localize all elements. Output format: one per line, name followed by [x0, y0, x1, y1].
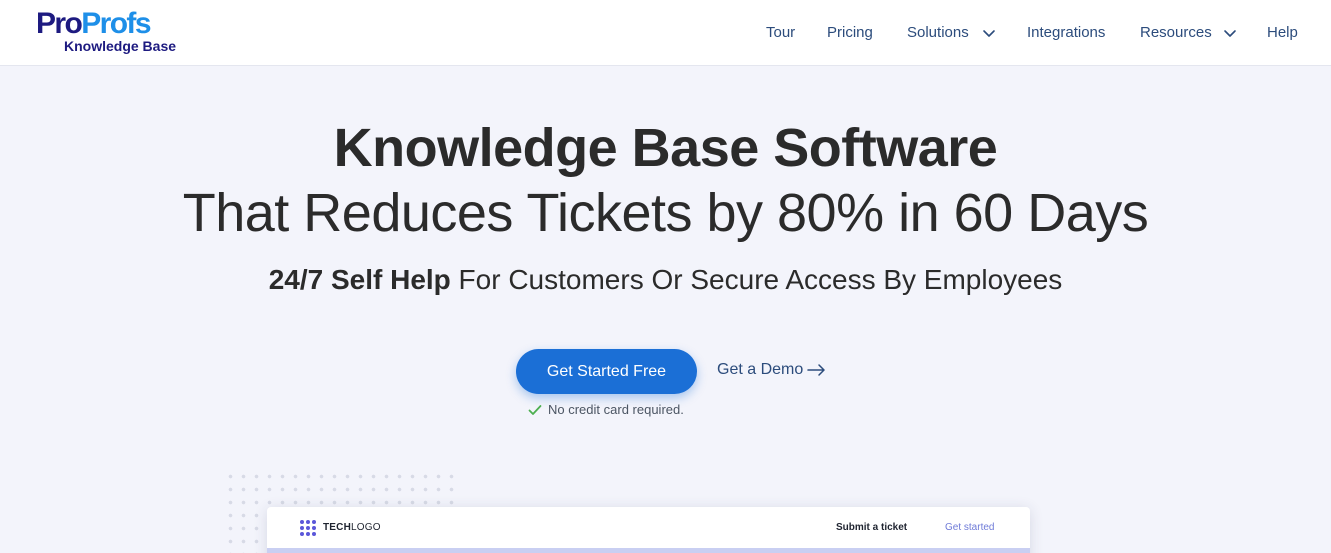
tech-logo-text: TECHLOGO [323, 522, 381, 533]
chevron-down-icon [1224, 30, 1236, 37]
submit-ticket-link[interactable]: Submit a ticket [836, 521, 907, 535]
nav-integrations[interactable]: Integrations [1027, 23, 1105, 43]
arrow-right-icon [807, 364, 826, 376]
demo-label: Get a Demo [717, 361, 804, 378]
tech-logo-icon [300, 520, 316, 536]
nav-solutions-label: Solutions [907, 24, 969, 41]
nav-tour[interactable]: Tour [766, 23, 795, 43]
subtitle-text: For Customers Or Secure Access By Employ… [450, 264, 1063, 295]
no-credit-card-note: No credit card required. [528, 401, 684, 419]
subtitle-highlight: 24/7 Self Help [268, 264, 451, 295]
tech-logo: TECHLOGO [299, 519, 381, 537]
get-started-free-button[interactable]: Get Started Free [516, 349, 697, 394]
logo-wordmark: ProProfs [36, 7, 151, 40]
get-a-demo-link[interactable]: Get a Demo [717, 359, 827, 381]
page: ProProfs Knowledge Base Tour Pricing Sol… [0, 0, 1331, 553]
preview-accent-bar [267, 548, 1030, 553]
nav-help[interactable]: Help [1267, 23, 1298, 43]
logo-product-name: Knowledge Base [64, 38, 177, 54]
note-text: No credit card required. [548, 402, 684, 417]
nav-resources-label: Resources [1140, 24, 1212, 41]
get-started-link[interactable]: Get started [945, 521, 994, 535]
hero-title-line1: Knowledge Base Software [333, 118, 998, 178]
hero-subtitle: 24/7 Self Help For Customers Or Secure A… [0, 262, 1331, 298]
nav-solutions[interactable]: Solutions [907, 23, 997, 43]
product-preview-card: TECHLOGO Submit a ticket Get started [267, 507, 1030, 553]
check-icon [528, 405, 542, 415]
proprofs-logo[interactable]: ProProfs Knowledge Base [36, 8, 186, 58]
hero-title-line2: That Reduces Tickets by 80% in 60 Days [182, 183, 1149, 243]
site-header: ProProfs Knowledge Base Tour Pricing Sol… [0, 0, 1331, 66]
nav-resources[interactable]: Resources [1140, 23, 1238, 43]
chevron-down-icon [983, 30, 995, 37]
nav-pricing[interactable]: Pricing [827, 23, 873, 43]
